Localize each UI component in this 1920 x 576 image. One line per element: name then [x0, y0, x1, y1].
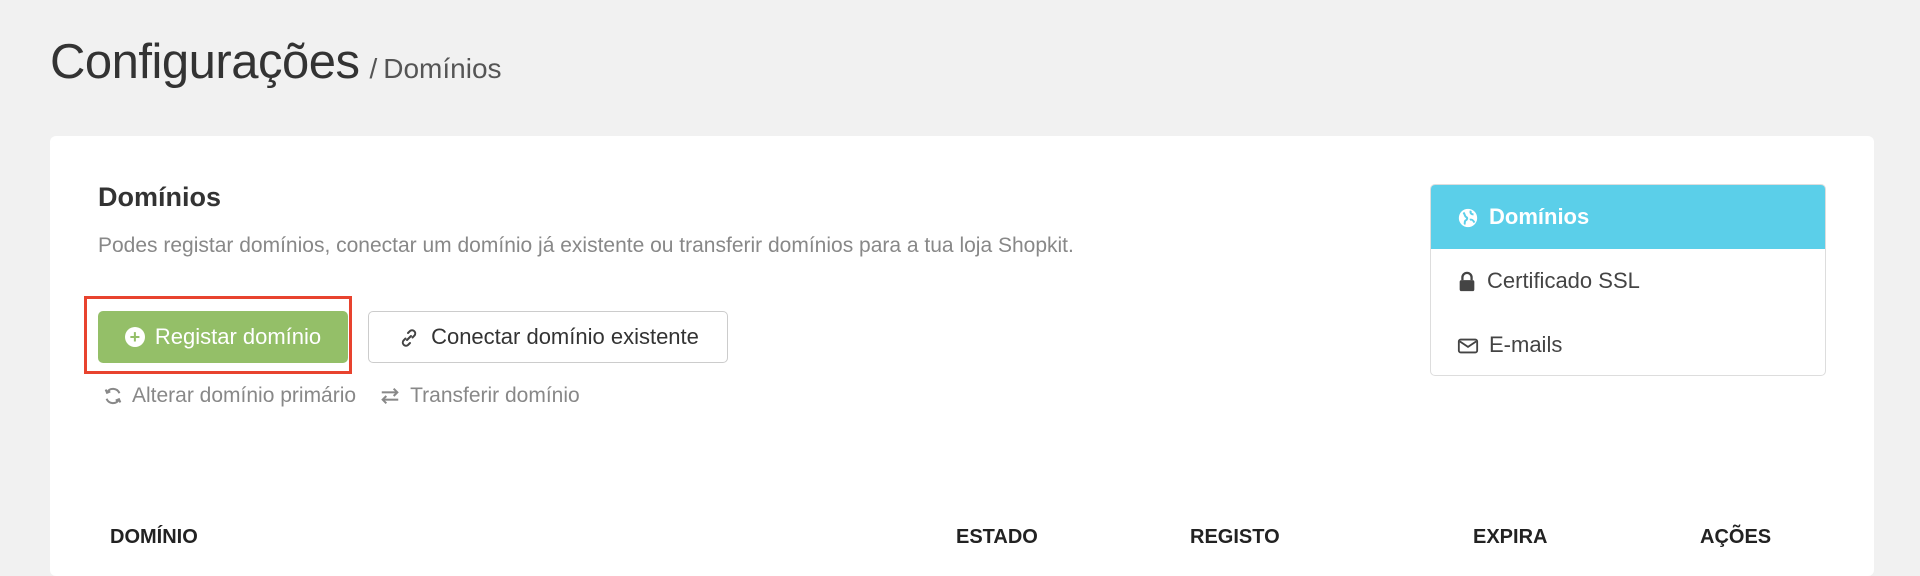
lock-icon: [1457, 268, 1477, 294]
secondary-actions: Alterar domínio primário Transferir domí…: [102, 384, 580, 408]
breadcrumb-separator: /: [369, 53, 378, 84]
section-description: Podes registar domínios, conectar um dom…: [98, 234, 1074, 257]
menu-item-ssl[interactable]: Certificado SSL: [1431, 249, 1825, 313]
transfer-domain-label: Transferir domínio: [410, 384, 580, 407]
refresh-icon: [102, 384, 124, 408]
page-header: Configurações / Domínios: [50, 34, 502, 90]
column-header-actions: AÇÕES: [1700, 526, 1772, 548]
settings-side-menu: Domínios Certificado SSL E-mails: [1430, 184, 1826, 376]
plus-circle-icon: +: [124, 327, 145, 347]
column-header-domain[interactable]: DOMÍNIO: [110, 526, 198, 549]
menu-item-label: Domínios: [1489, 204, 1590, 229]
column-header-status[interactable]: ESTADO: [956, 526, 1038, 549]
register-domain-button[interactable]: + Registar domínio: [98, 311, 348, 363]
envelope-icon: [1457, 332, 1479, 358]
change-primary-domain-link[interactable]: Alterar domínio primário: [102, 384, 356, 408]
register-domain-label: Registar domínio: [154, 324, 322, 349]
section-title: Domínios: [98, 182, 222, 212]
transfer-domain-link[interactable]: Transferir domínio: [378, 384, 580, 408]
exchange-icon: [378, 384, 402, 408]
menu-item-domains[interactable]: Domínios: [1431, 185, 1825, 249]
connect-domain-button[interactable]: Conectar domínio existente: [368, 311, 728, 363]
menu-item-emails[interactable]: E-mails: [1431, 313, 1825, 375]
connect-domain-label: Conectar domínio existente: [431, 324, 699, 349]
menu-item-label: Certificado SSL: [1487, 268, 1640, 293]
column-header-registration[interactable]: REGISTO: [1190, 526, 1280, 549]
column-header-expires[interactable]: EXPIRA: [1473, 526, 1547, 549]
link-icon: [397, 324, 421, 350]
breadcrumb: Domínios: [383, 53, 502, 84]
menu-item-label: E-mails: [1489, 332, 1563, 357]
domains-card: Domínios Podes registar domínios, conect…: [50, 136, 1874, 576]
page-title: Configurações: [50, 35, 360, 89]
change-primary-domain-label: Alterar domínio primário: [132, 384, 357, 407]
globe-icon: [1457, 204, 1479, 230]
